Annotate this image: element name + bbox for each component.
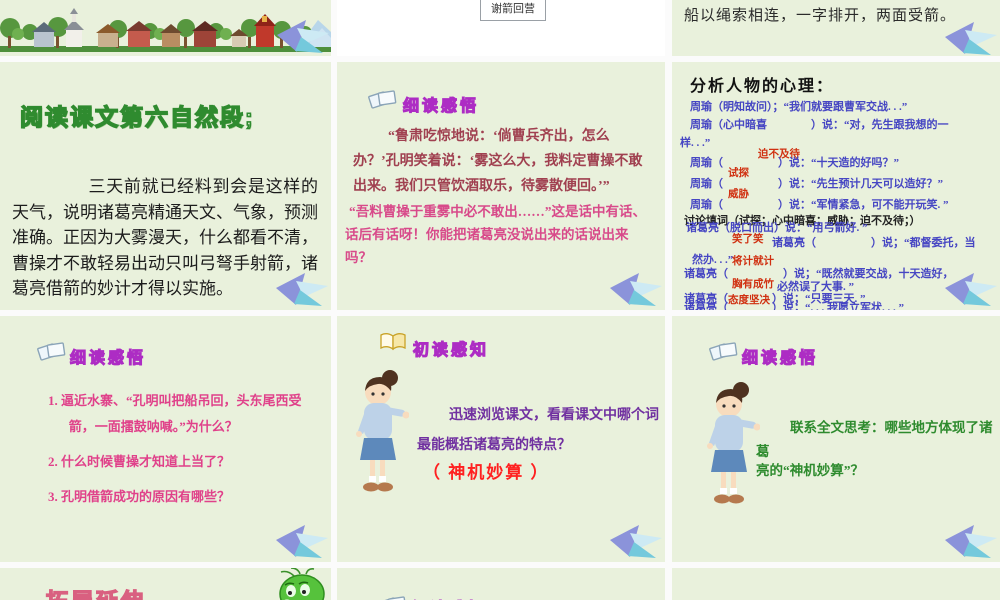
open-book-icon: [380, 333, 406, 351]
slide-first-reading[interactable]: 初读感知 迅速浏览课文，看看课文中哪个词 最能概括诸葛亮的特点？ （ 神机妙算 …: [337, 316, 665, 562]
paper-sheets-icon: [378, 596, 407, 600]
slide-title: 阅读课文第六自然段;: [19, 103, 255, 131]
psych-line: 诸葛亮（ ）说；“都督委托，当: [772, 237, 976, 249]
question-list: 1. 逼近水寨、“孔明叫把船吊回，头东尾西受箭，一面擂鼓呐喊。”为什么？ 2. …: [48, 388, 314, 519]
think-line: 联系全文思考：哪些地方体现了诸: [790, 420, 993, 435]
psych-line: 周瑜（ ）说：“军情紧急，可不能开玩笑. ”: [690, 199, 949, 211]
paper-sheets-icon: [709, 342, 738, 361]
paper-sheets-icon: [37, 342, 66, 361]
slide-thumb-partial-header[interactable]: 细读感悟: [337, 568, 665, 600]
slide-thumb-flowchart[interactable]: 谢箭回营: [337, 0, 665, 56]
origami-paper-icon: [610, 525, 662, 558]
slide-thumb-blank[interactable]: [672, 568, 1000, 600]
section-header: 细读感悟: [402, 97, 480, 115]
think-line: 亮的“神机妙算”？: [756, 463, 864, 478]
origami-paper-icon: [276, 273, 328, 306]
question-item: 3. 孔明借箭成功的原因有哪些？: [48, 489, 231, 504]
green-cartoon-mascot: [279, 568, 325, 600]
psych-line: 周瑜（心中暗喜 ）说：“对，先生跟我想的一: [690, 119, 949, 131]
question-line: 迅速浏览课文，看看课文中哪个词: [449, 408, 659, 423]
girl-pointing-illustration: [356, 370, 409, 492]
origami-paper-icon: [277, 20, 329, 53]
origami-paper-icon: [945, 273, 997, 306]
slide-dialogue[interactable]: 细读感悟 “鲁肃吃惊地说：‘倘曹兵齐出，怎么办？’孔明笑着说：‘雾这么大，我料定…: [337, 62, 665, 310]
slide-paragraph-six[interactable]: 阅读课文第六自然段; 三天前就已经料到会是这样的天气，说明诸葛亮精通天文、气象，…: [0, 62, 331, 310]
psych-line: 诸葛亮（脱口而出）说：“用弓箭好. ”: [686, 222, 868, 234]
slide-sorter-page: 谢箭回营 船以绳索相连，一字排开，两面受箭。 阅读课文第六自然段; 三天前就已经…: [0, 0, 1000, 600]
slide-thumb-village[interactable]: [0, 0, 331, 56]
section-header: 细读感悟: [411, 595, 487, 600]
section-header: 初读感知: [412, 341, 490, 359]
section-header: 细读感悟: [69, 349, 147, 367]
psych-line: 周瑜（明知故问）；“我们就要跟曹军交战. . .”: [690, 101, 908, 113]
question-item: 1. 逼近水寨、“孔明叫把船吊回，头东尾西受箭，一面擂鼓呐喊。”为什么？: [48, 393, 302, 434]
flowchart-node: 谢箭回营: [480, 0, 546, 21]
paper-sheets-icon: [368, 90, 397, 109]
psych-line: 周瑜（ ）说：“十天造的好吗？”: [690, 157, 899, 169]
psych-note: 笑了笑: [732, 234, 764, 245]
section-header: 细读感悟: [741, 349, 819, 367]
slide-thumb-boats[interactable]: 船以绳索相连，一字排开，两面受箭。: [672, 0, 1000, 56]
origami-paper-icon: [610, 273, 662, 306]
answer-text: （ 神机妙算 ）: [423, 463, 550, 482]
dialogue-quote: “鲁肃吃惊地说：‘倘曹兵齐出，怎么办？’孔明笑着说：‘雾这么大，我料定曹操不敢出…: [353, 129, 643, 194]
psych-line: 样. . .”: [680, 137, 711, 149]
slide-whole-text-think[interactable]: 细读感悟 联系全文思考：哪些地方体现了诸 葛 亮的“神机妙算”？: [672, 316, 1000, 562]
slide-title: 拓展延伸: [45, 584, 146, 600]
origami-paper-icon: [945, 525, 997, 558]
question-item: 2. 什么时候曹操才知道上当了？: [48, 454, 231, 469]
slide-three-questions[interactable]: 细读感悟 1. 逼近水寨、“孔明叫把船吊回，头东尾西受箭，一面擂鼓呐喊。”为什么…: [0, 316, 331, 562]
psych-line: 诸葛亮（ ）说；“. . . 我愿立军状. . . ”: [684, 302, 904, 310]
slide-body-text: 三天前就已经料到会是这样的天气，说明诸葛亮精通天文、气象，预测准确。正因为大雾漫…: [12, 177, 318, 298]
slide-title: 分析人物的心理：: [690, 78, 835, 95]
boats-line: 船以绳索相连，一字排开，两面受箭。: [684, 8, 957, 24]
origami-paper-icon: [276, 525, 328, 558]
think-line: 葛: [756, 444, 770, 459]
psych-note: 胸有成竹: [732, 279, 774, 290]
slide-psychology[interactable]: 分析人物的心理： 周瑜（明知故问）；“我们就要跟曹军交战. . .” 周瑜（心中…: [672, 62, 1000, 310]
dialogue-question: “吾料曹操于重雾中必不敢出……”这是话中有话、话后有话呀！你能把诸葛亮没说出来的…: [345, 204, 647, 265]
question-line: 最能概括诸葛亮的特点？: [417, 438, 571, 453]
girl-pointing-illustration: [707, 382, 760, 504]
origami-paper-icon: [945, 22, 997, 55]
slide-thumb-expansion[interactable]: 拓展延伸: [0, 568, 331, 600]
